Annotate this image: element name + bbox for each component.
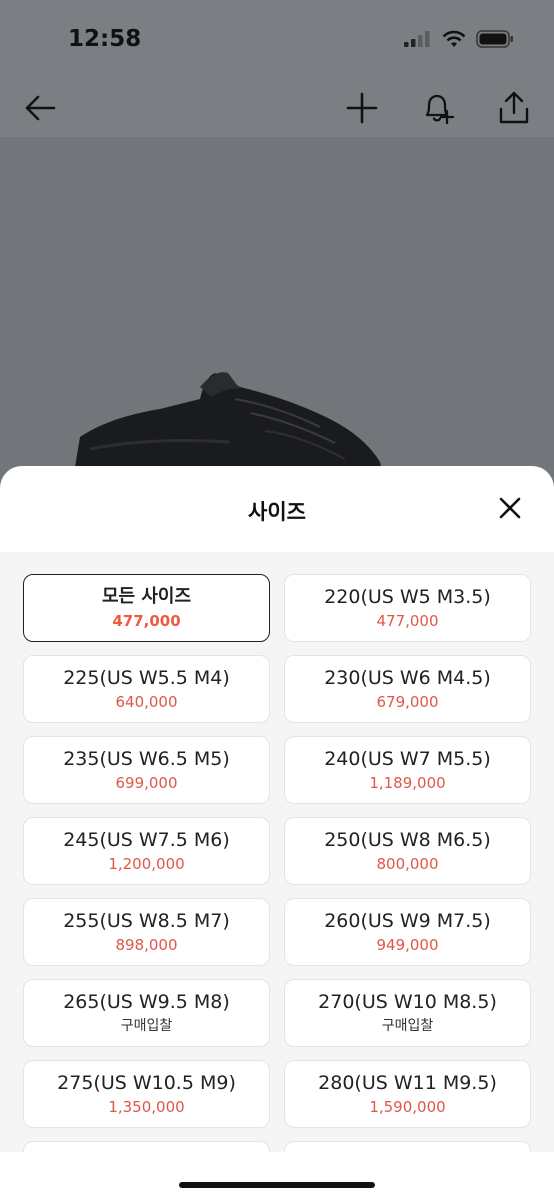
size-grid-area: 모든 사이즈 477,000 220(US W5 M3.5) 477,000 2… <box>0 552 554 1200</box>
sheet-title: 사이즈 <box>248 500 306 524</box>
plus-icon <box>346 92 378 124</box>
size-label: 270(US W10 M8.5) <box>318 991 497 1013</box>
size-price: 949,000 <box>376 936 439 954</box>
size-price: 800,000 <box>376 855 439 873</box>
size-option-225[interactable]: 225(US W5.5 M4) 640,000 <box>23 655 270 723</box>
size-price: 1,590,000 <box>369 1098 446 1116</box>
size-option-all[interactable]: 모든 사이즈 477,000 <box>23 574 270 642</box>
cellular-signal-icon <box>404 31 430 47</box>
size-option-275[interactable]: 275(US W10.5 M9) 1,350,000 <box>23 1060 270 1128</box>
size-option-260[interactable]: 260(US W9 M7.5) 949,000 <box>284 898 531 966</box>
size-option-230[interactable]: 230(US W6 M4.5) 679,000 <box>284 655 531 723</box>
size-price: 640,000 <box>115 693 178 711</box>
size-label: 230(US W6 M4.5) <box>324 667 491 689</box>
size-label: 240(US W7 M5.5) <box>324 748 491 770</box>
size-label: 280(US W11 M9.5) <box>318 1072 497 1094</box>
add-button[interactable] <box>342 88 382 128</box>
size-label: 250(US W8 M6.5) <box>324 829 491 851</box>
size-option-265[interactable]: 265(US W9.5 M8) 구매입찰 <box>23 979 270 1047</box>
size-grid: 모든 사이즈 477,000 220(US W5 M3.5) 477,000 2… <box>23 574 531 1200</box>
size-label: 275(US W10.5 M9) <box>57 1072 236 1094</box>
size-price: 477,000 <box>112 612 181 630</box>
arrow-left-icon <box>25 95 56 121</box>
size-label: 225(US W5.5 M4) <box>63 667 230 689</box>
size-option-220[interactable]: 220(US W5 M3.5) 477,000 <box>284 574 531 642</box>
size-label: 모든 사이즈 <box>101 586 192 607</box>
top-nav-bar <box>0 80 554 136</box>
size-price: 898,000 <box>115 936 178 954</box>
back-button[interactable] <box>20 88 60 128</box>
size-option-280[interactable]: 280(US W11 M9.5) 1,590,000 <box>284 1060 531 1128</box>
size-option-245[interactable]: 245(US W7.5 M6) 1,200,000 <box>23 817 270 885</box>
sheet-header: 사이즈 <box>0 466 554 552</box>
wifi-icon <box>442 30 466 47</box>
share-icon <box>499 91 529 124</box>
size-option-250[interactable]: 250(US W8 M6.5) 800,000 <box>284 817 531 885</box>
close-button[interactable] <box>498 496 522 520</box>
battery-icon <box>476 30 513 48</box>
size-price: 1,350,000 <box>108 1098 185 1116</box>
bell-plus-icon <box>425 94 455 125</box>
size-price: 679,000 <box>376 693 439 711</box>
size-price: 구매입찰 <box>381 1018 434 1034</box>
price-alert-button[interactable] <box>418 88 458 128</box>
size-label: 245(US W7.5 M6) <box>63 829 230 851</box>
status-icons <box>404 30 514 48</box>
status-time: 12:58 <box>68 26 142 52</box>
size-label: 265(US W9.5 M8) <box>63 991 230 1013</box>
size-label: 220(US W5 M3.5) <box>324 586 491 608</box>
home-indicator[interactable] <box>179 1182 375 1188</box>
size-label: 260(US W9 M7.5) <box>324 910 491 932</box>
size-price: 477,000 <box>376 612 439 630</box>
status-bar: 12:58 <box>0 0 554 80</box>
size-price: 구매입찰 <box>120 1018 173 1034</box>
size-bottom-sheet: 사이즈 모든 사이즈 477,000 220(US W5 M3.5) 477,0… <box>0 466 554 1200</box>
size-price: 1,189,000 <box>369 774 446 792</box>
home-indicator-area <box>0 1152 554 1200</box>
size-option-235[interactable]: 235(US W6.5 M5) 699,000 <box>23 736 270 804</box>
size-option-255[interactable]: 255(US W8.5 M7) 898,000 <box>23 898 270 966</box>
share-button[interactable] <box>494 88 534 128</box>
size-label: 235(US W6.5 M5) <box>63 748 230 770</box>
size-option-240[interactable]: 240(US W7 M5.5) 1,189,000 <box>284 736 531 804</box>
size-label: 255(US W8.5 M7) <box>63 910 230 932</box>
size-price: 1,200,000 <box>108 855 185 873</box>
size-option-270[interactable]: 270(US W10 M8.5) 구매입찰 <box>284 979 531 1047</box>
size-price: 699,000 <box>115 774 178 792</box>
close-icon <box>499 497 521 519</box>
